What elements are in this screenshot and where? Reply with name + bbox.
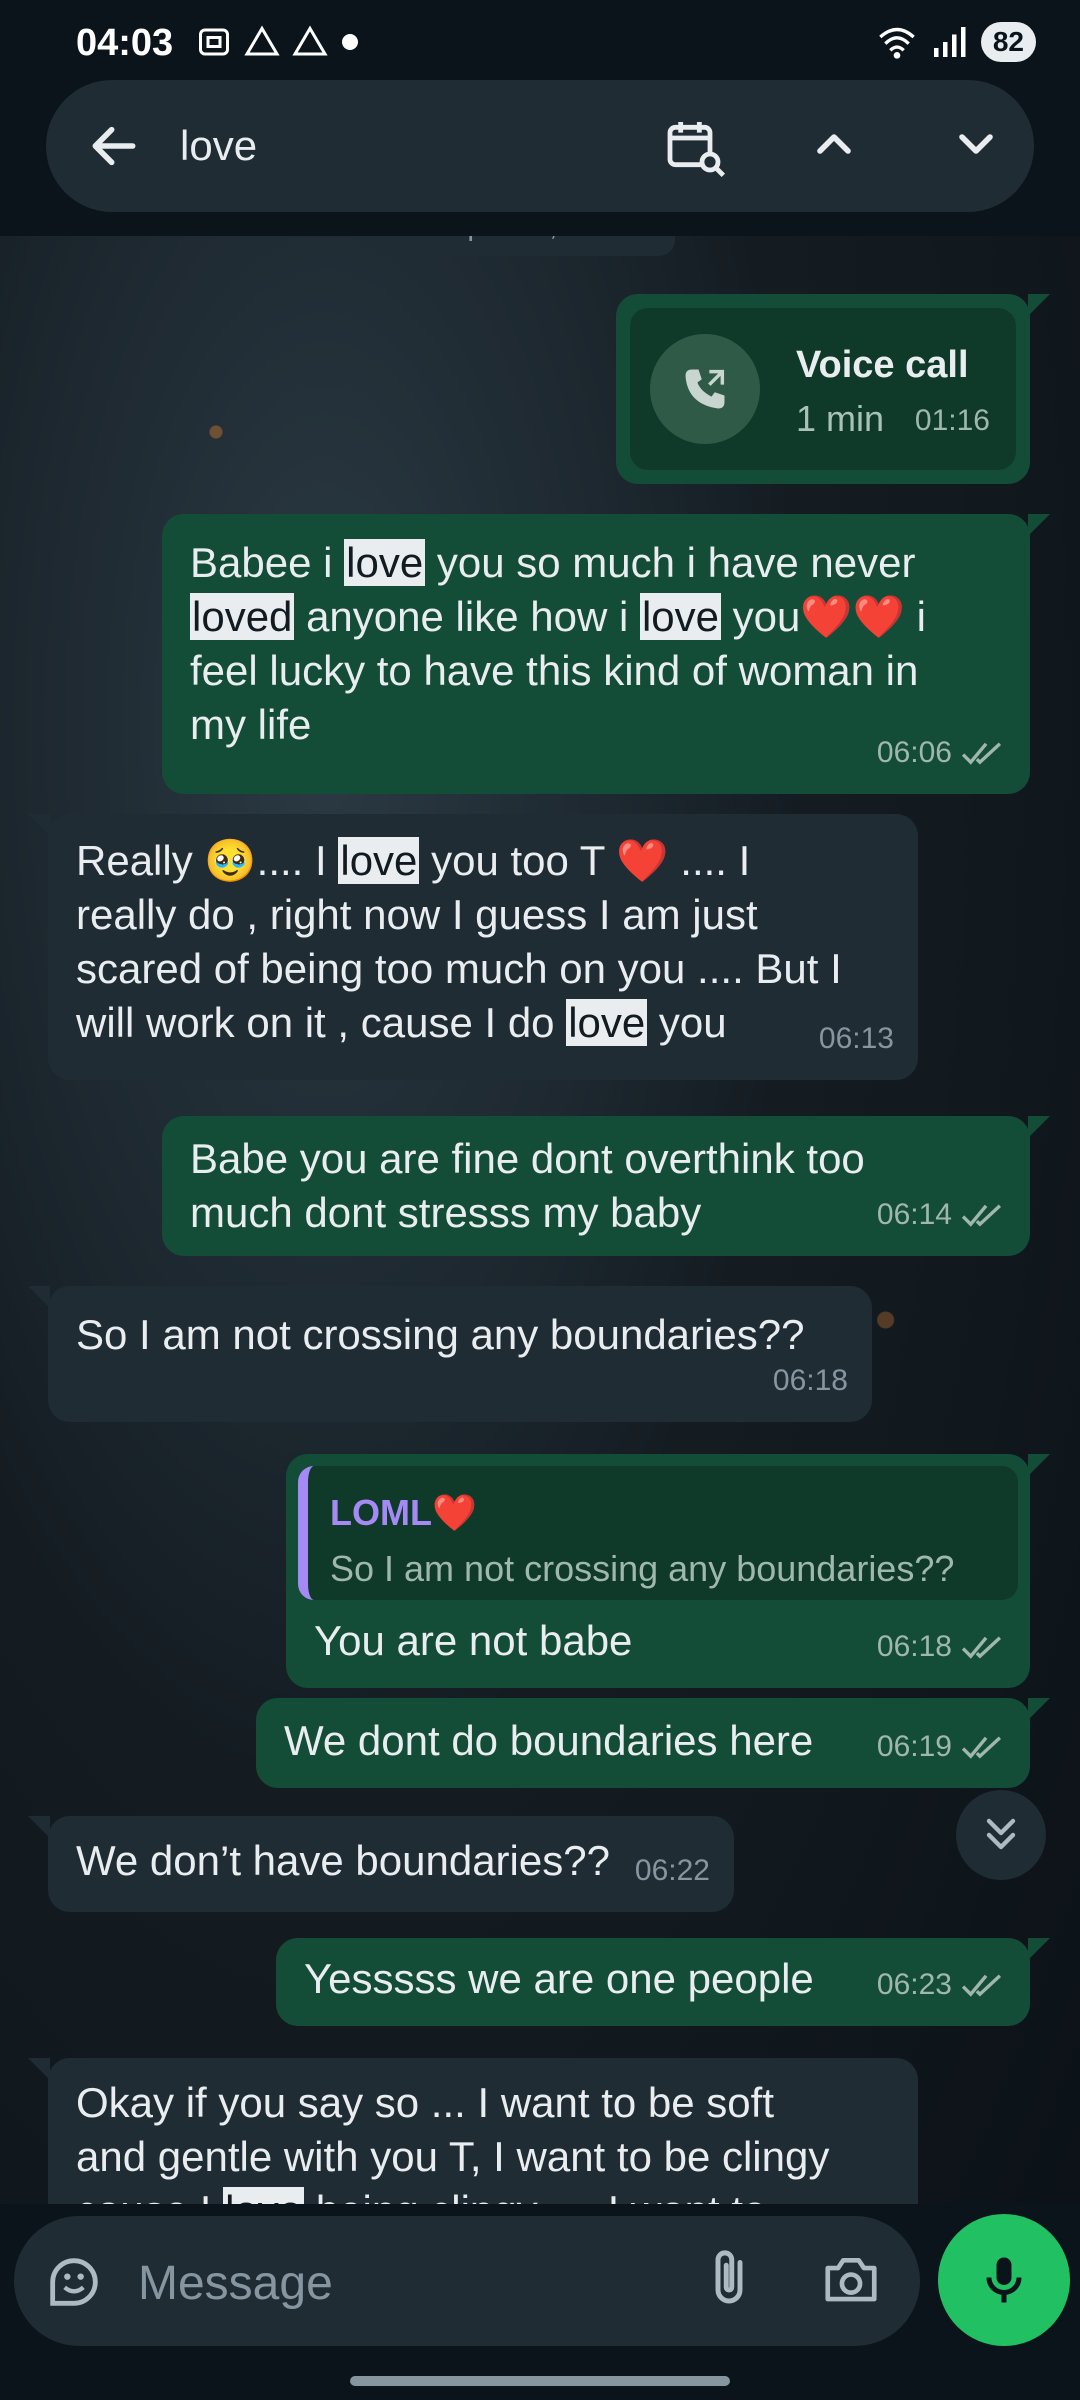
- message-meta: 06:18: [877, 1620, 1006, 1674]
- call-duration: 1 min: [796, 398, 885, 439]
- message-time: 06:13: [818, 1022, 894, 1055]
- message-text: Yesssss we are one people: [304, 1955, 814, 2002]
- double-chevron-down-icon: [986, 1818, 1016, 1850]
- message-meta: 06:19: [877, 1720, 1006, 1774]
- message-meta: 06:06: [877, 726, 1006, 780]
- home-indicator[interactable]: [350, 2376, 730, 2386]
- quote-author: LOML❤️: [330, 1492, 477, 1533]
- search-highlight: love: [338, 837, 420, 884]
- drive-icon: [244, 25, 280, 56]
- status-bar: 04:03 82: [0, 0, 1080, 92]
- double-check-icon: [961, 1736, 1002, 1759]
- paperclip-icon[interactable]: [696, 2246, 762, 2312]
- quote-text: So I am not crossing any boundaries??: [330, 1548, 955, 1589]
- screenshot-icon: [199, 28, 229, 56]
- wifi-icon: [879, 27, 915, 59]
- message-text: We don’t have boundaries??: [76, 1837, 610, 1884]
- message-text: Really 🥹.... I love you too T ❤️ .... I …: [76, 837, 842, 1046]
- date-chip: April 27, 2025: [405, 236, 675, 256]
- chevron-down-icon[interactable]: [948, 116, 1004, 172]
- call-title: Voice call: [796, 344, 969, 386]
- search-highlight: love: [344, 539, 426, 586]
- mic-button[interactable]: [938, 2214, 1070, 2346]
- status-time: 04:03: [76, 22, 174, 64]
- message-text: We dont do boundaries here: [284, 1717, 814, 1764]
- dot-icon: [342, 34, 358, 50]
- message-bubble-outgoing[interactable]: Babe you are fine dont overthink too muc…: [162, 1116, 1050, 1256]
- search-input[interactable]: [178, 118, 662, 174]
- message-input[interactable]: [136, 2252, 680, 2314]
- message-bubble-incoming[interactable]: Really 🥹.... I love you too T ❤️ .... I …: [28, 814, 918, 1080]
- chat-area[interactable]: April 27, 2025 Voice call 1 min 01:16 Ba…: [0, 236, 1080, 2204]
- status-notification-icons: [196, 24, 360, 60]
- signal-icon: [933, 27, 966, 57]
- message-bubble-incoming[interactable]: We don’t have boundaries?? 06:22: [28, 1816, 734, 1912]
- calendar-search-icon[interactable]: [662, 114, 726, 178]
- message-text: You are not babe: [314, 1617, 633, 1664]
- voice-call-bubble[interactable]: Voice call 1 min 01:16: [616, 294, 1050, 484]
- back-arrow-icon[interactable]: [86, 118, 142, 174]
- double-check-icon: [961, 1974, 1002, 1997]
- message-time: 01:16: [914, 404, 990, 437]
- sticker-icon[interactable]: [42, 2250, 106, 2314]
- drive-icon-2: [292, 25, 328, 56]
- message-time: 06:22: [634, 1854, 710, 1887]
- battery-level: 82: [980, 22, 1036, 62]
- message-bubble-incoming[interactable]: Okay if you say so ... I want to be soft…: [28, 2058, 918, 2204]
- chevron-up-icon[interactable]: [806, 116, 862, 172]
- message-meta: 06:23: [877, 1958, 1006, 2012]
- message-meta: 06:14: [877, 1188, 1006, 1242]
- search-highlight: love: [223, 2187, 305, 2204]
- double-check-icon: [961, 1636, 1002, 1659]
- message-box: [14, 2216, 920, 2346]
- search-highlight: love: [566, 999, 648, 1046]
- message-text: So I am not crossing any boundaries??: [76, 1311, 805, 1358]
- mic-icon: [986, 2257, 1022, 2303]
- message-time: 06:18: [772, 1364, 848, 1397]
- camera-icon[interactable]: [820, 2250, 882, 2312]
- message-bubble-incoming[interactable]: So I am not crossing any boundaries?? 06…: [28, 1286, 872, 1422]
- reply-bubble-outgoing[interactable]: LOML❤️ So I am not crossing any boundari…: [286, 1454, 1050, 1688]
- search-highlight: loved: [190, 593, 295, 640]
- double-check-icon: [961, 742, 1002, 765]
- search-highlight: love: [639, 593, 722, 640]
- message-bubble-outgoing[interactable]: We dont do boundaries here 06:19: [256, 1698, 1050, 1788]
- call-icon: [650, 334, 760, 444]
- double-check-icon: [961, 1204, 1002, 1227]
- message-bubble-outgoing[interactable]: Yesssss we are one people 06:23: [276, 1938, 1050, 2026]
- message-text: Okay if you say so ... I want to be soft…: [76, 2076, 890, 2204]
- scroll-to-bottom-button[interactable]: [956, 1790, 1046, 1880]
- quoted-message[interactable]: LOML❤️ So I am not crossing any boundari…: [298, 1466, 1018, 1600]
- search-bar: [46, 80, 1034, 212]
- composer-bar: [0, 2204, 1080, 2400]
- message-bubble-outgoing[interactable]: Babee i love you so much i have never lo…: [162, 514, 1050, 794]
- message-text: Babee i love you so much i have never lo…: [190, 539, 926, 748]
